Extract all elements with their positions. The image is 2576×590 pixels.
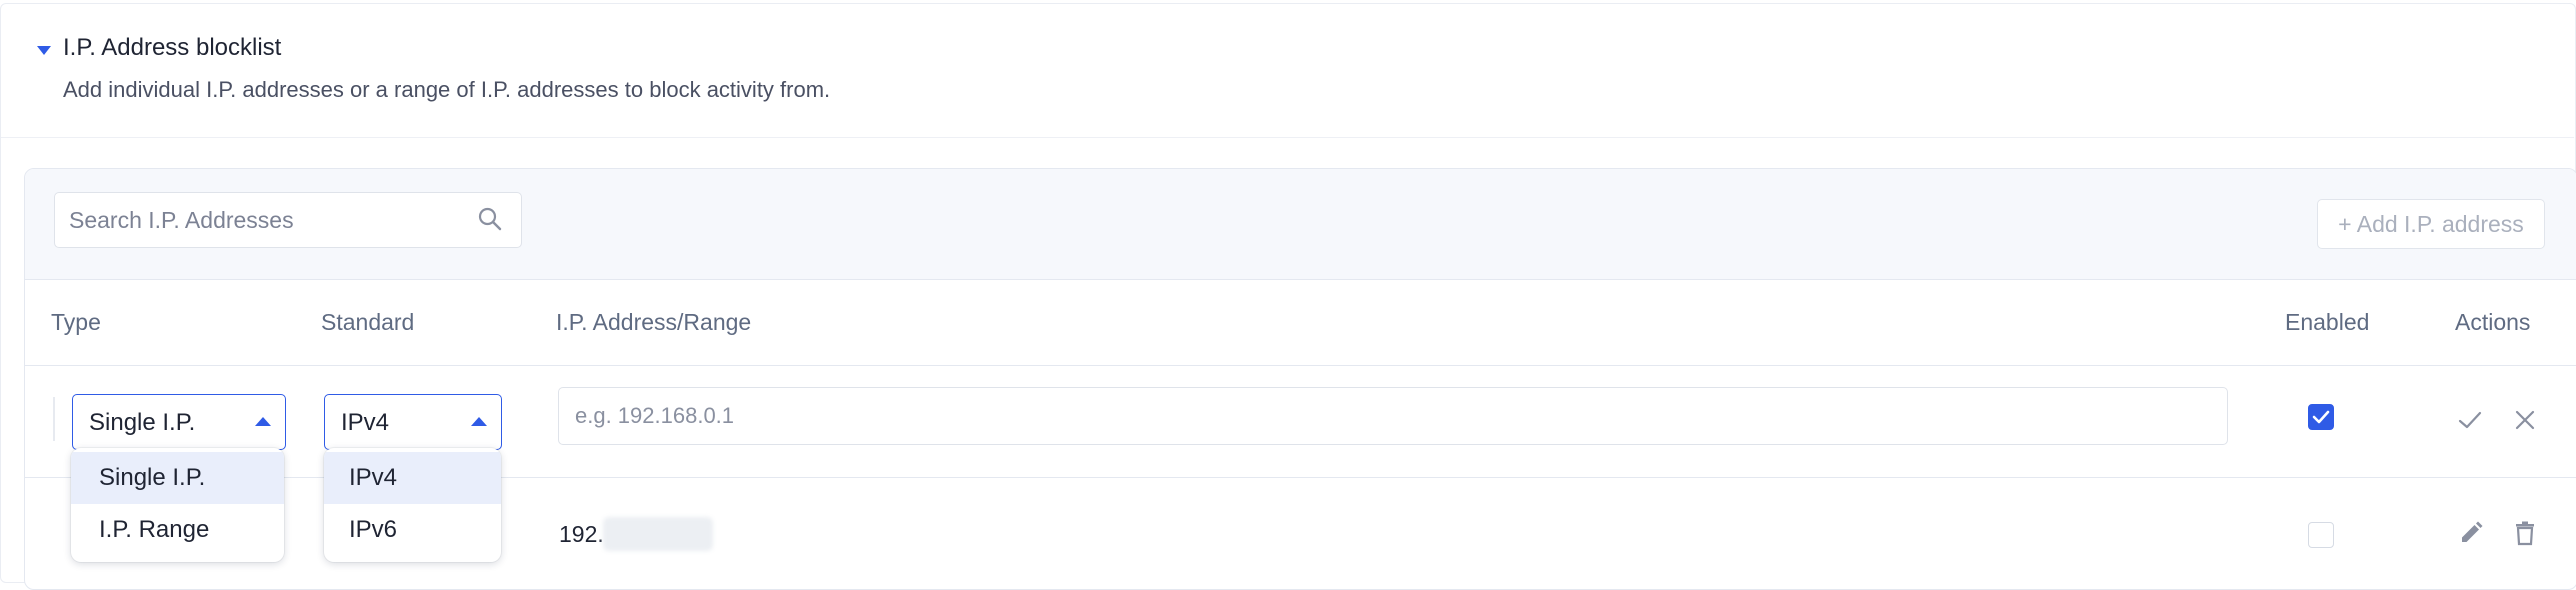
ip-address-input[interactable] [558,387,2228,445]
column-header-standard: Standard [321,309,415,335]
chevron-up-icon [471,417,487,426]
column-header-address: I.P. Address/Range [556,309,752,335]
standard-select-value: IPv4 [341,409,390,436]
table-toolbar: + Add I.P. address [25,169,2576,280]
add-ip-address-button[interactable]: + Add I.P. address [2317,199,2545,249]
section-title[interactable]: I.P. Address blocklist [63,34,281,62]
enabled-checkbox[interactable] [2308,404,2334,430]
header-divider [25,365,2576,366]
chevron-up-icon [255,417,271,426]
search-icon[interactable] [477,206,503,232]
row-marker [53,397,55,441]
standard-select[interactable]: IPv4 [324,394,502,450]
type-option-single-ip[interactable]: Single I.P. [71,452,284,504]
pencil-icon[interactable] [2458,520,2484,546]
type-dropdown-menu: Single I.P. I.P. Range [71,448,284,562]
section-description: Add individual I.P. addresses or a range… [63,77,831,102]
standard-dropdown-menu: IPv4 IPv6 [324,448,501,562]
row-enabled-checkbox[interactable] [2308,522,2334,548]
trash-icon[interactable] [2512,520,2538,546]
column-header-enabled: Enabled [2285,309,2370,335]
standard-option-ipv6[interactable]: IPv6 [324,504,501,556]
column-header-actions: Actions [2455,309,2531,335]
search-input[interactable] [55,193,469,247]
type-select[interactable]: Single I.P. [72,394,286,450]
type-select-value: Single I.P. [89,409,196,436]
close-icon[interactable] [2512,407,2538,433]
check-icon [2312,410,2330,424]
check-icon[interactable] [2457,407,2483,433]
caret-down-icon[interactable] [37,46,51,55]
search-field [54,192,522,248]
standard-option-ipv4[interactable]: IPv4 [324,452,501,504]
column-header-type: Type [51,309,101,335]
type-option-ip-range[interactable]: I.P. Range [71,504,284,556]
redacted-address [603,517,713,551]
section-divider [1,137,2574,138]
ip-address-value: 192. [559,521,604,547]
